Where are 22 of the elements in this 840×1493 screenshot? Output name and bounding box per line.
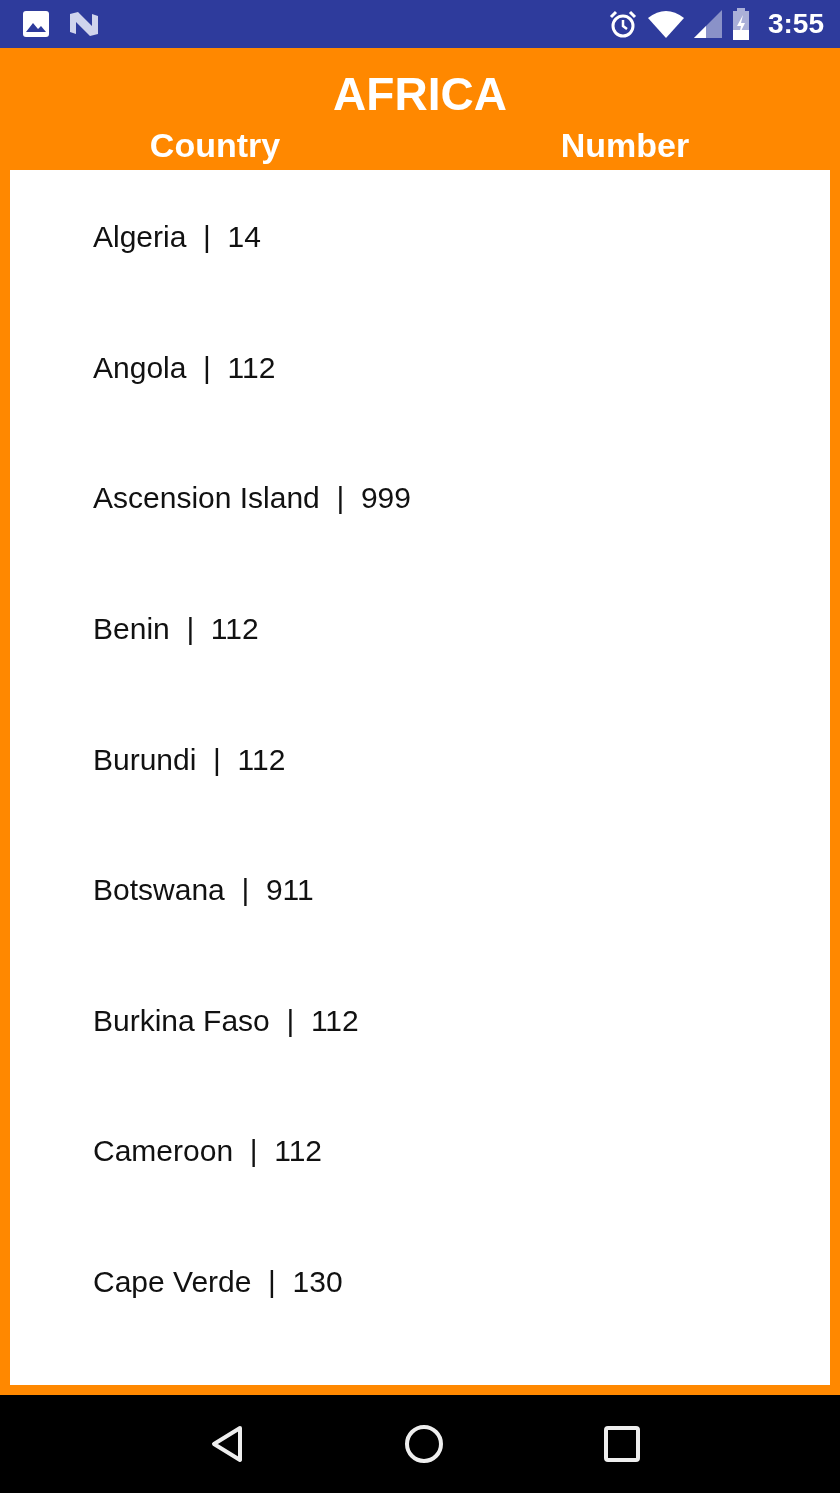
column-header: Number <box>560 125 690 165</box>
list-item[interactable]: Angola | 112 <box>93 350 276 385</box>
list-item[interactable]: Benin | 112 <box>93 612 259 647</box>
n-logo-icon <box>68 10 100 38</box>
battery-icon <box>731 8 750 40</box>
list-item[interactable]: Burkina Faso | 112 <box>93 1003 359 1038</box>
list-item[interactable]: Botswana | 911 <box>93 873 314 908</box>
image-icon <box>22 10 50 38</box>
alarm-icon <box>607 9 638 39</box>
column-header: Country <box>149 125 281 165</box>
page-title: AFRICA <box>333 68 507 120</box>
list-item[interactable]: Cape Verde | 130 <box>93 1265 343 1300</box>
back-icon[interactable] <box>210 1425 244 1463</box>
wifi-icon <box>647 10 684 38</box>
list-item[interactable]: Algeria | 14 <box>93 220 261 255</box>
clock-time: 3:55 <box>767 8 824 40</box>
recents-icon[interactable] <box>604 1426 640 1462</box>
list-item[interactable]: Ascension Island | 999 <box>93 481 411 516</box>
home-icon[interactable] <box>404 1424 444 1464</box>
signal-icon <box>693 10 722 38</box>
list-item[interactable]: Burundi | 112 <box>93 742 286 777</box>
list-item[interactable]: Cameroon | 112 <box>93 1134 323 1169</box>
